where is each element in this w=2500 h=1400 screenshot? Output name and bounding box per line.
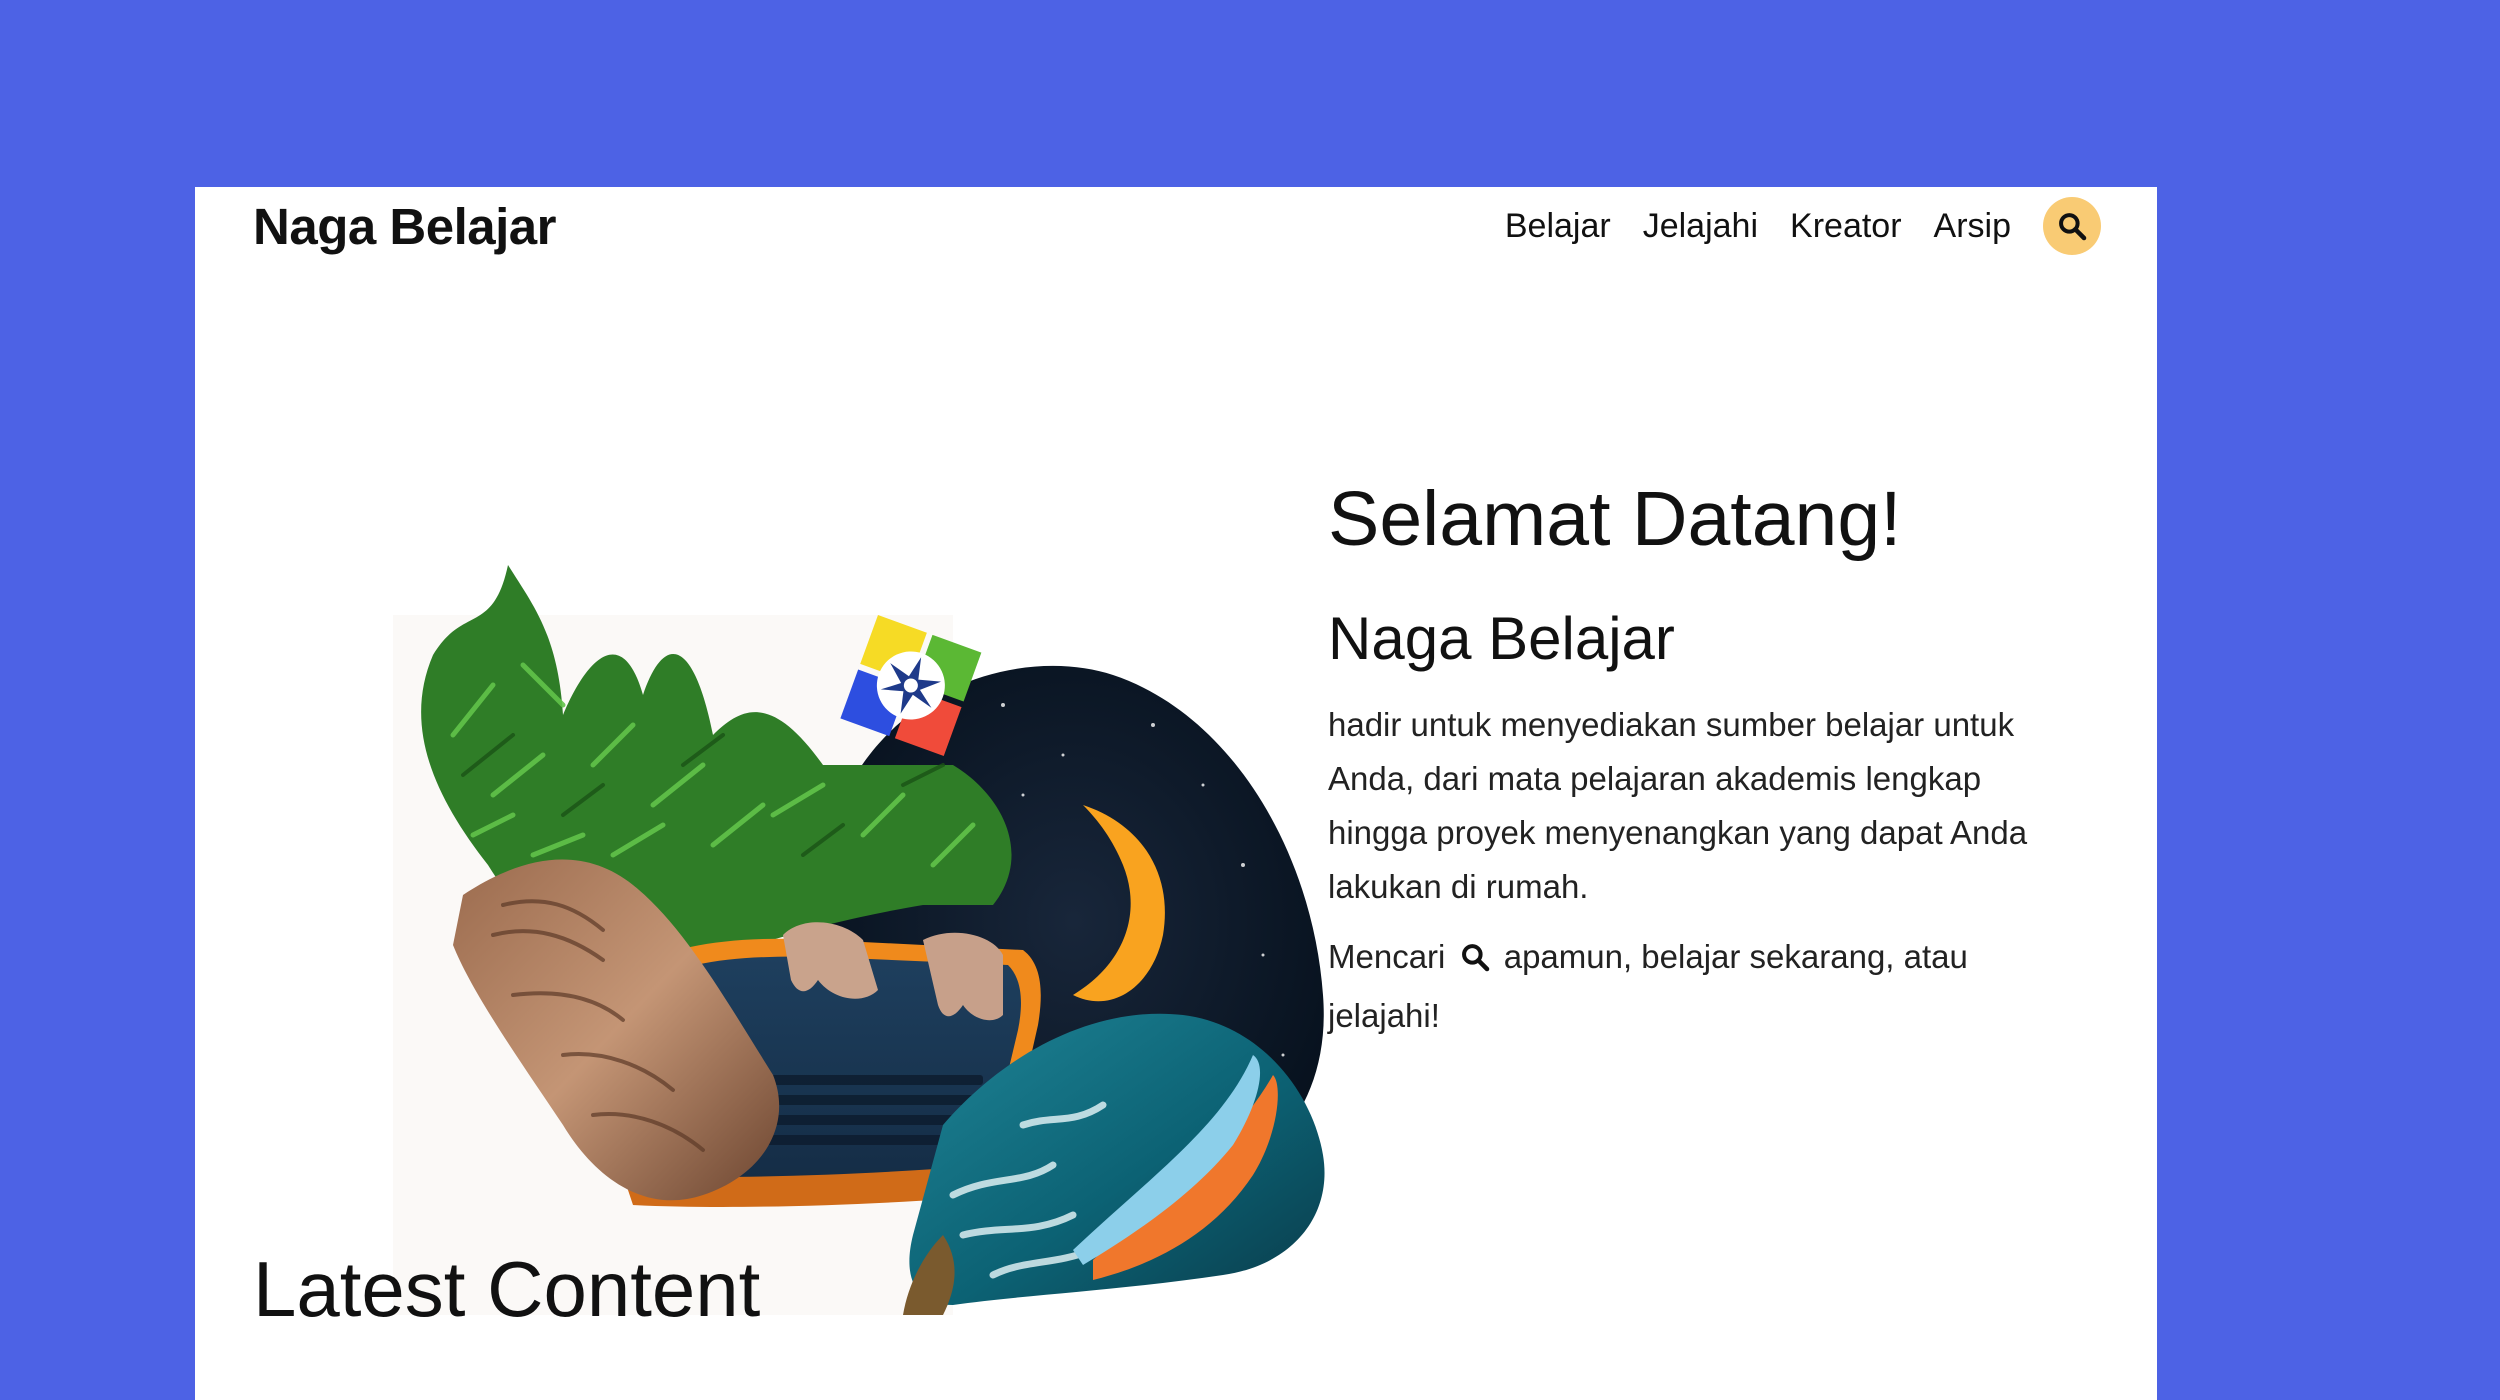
inline-search-icon [1459, 935, 1491, 989]
hero-text-block: Selamat Datang! Naga Belajar hadir untuk… [1328, 477, 2068, 1043]
hero-illustration [303, 435, 1343, 1315]
hero-title: Selamat Datang! [1328, 476, 1902, 562]
nav-link-kreator[interactable]: Kreator [1790, 209, 1902, 243]
page-card: Naga Belajar Belajar Jelajahi Kreator Ar… [195, 187, 2157, 1400]
hero-subtitle: Naga Belajar [1328, 604, 1675, 672]
hero-cta-text: Mencari apamun, belajar sekarang, atau j… [1328, 930, 2068, 1043]
nav-link-arsip[interactable]: Arsip [1934, 209, 2011, 243]
site-brand[interactable]: Naga Belajar [253, 198, 557, 255]
collage-illustration [393, 565, 1325, 1315]
nav-link-jelajahi[interactable]: Jelajahi [1643, 209, 1758, 243]
search-icon [2059, 213, 2087, 241]
nav-link-belajar[interactable]: Belajar [1505, 209, 1611, 243]
latest-content-title: Latest Content [253, 1245, 761, 1333]
top-navigation-bar: Naga Belajar Belajar Jelajahi Kreator Ar… [195, 187, 2157, 287]
hero-cta-before: Mencari [1328, 937, 1446, 975]
hero-description: hadir untuk menyediakan sumber belajar u… [1328, 705, 2028, 905]
search-button[interactable] [2043, 197, 2101, 255]
main-nav: Belajar Jelajahi Kreator Arsip [1505, 197, 2101, 255]
